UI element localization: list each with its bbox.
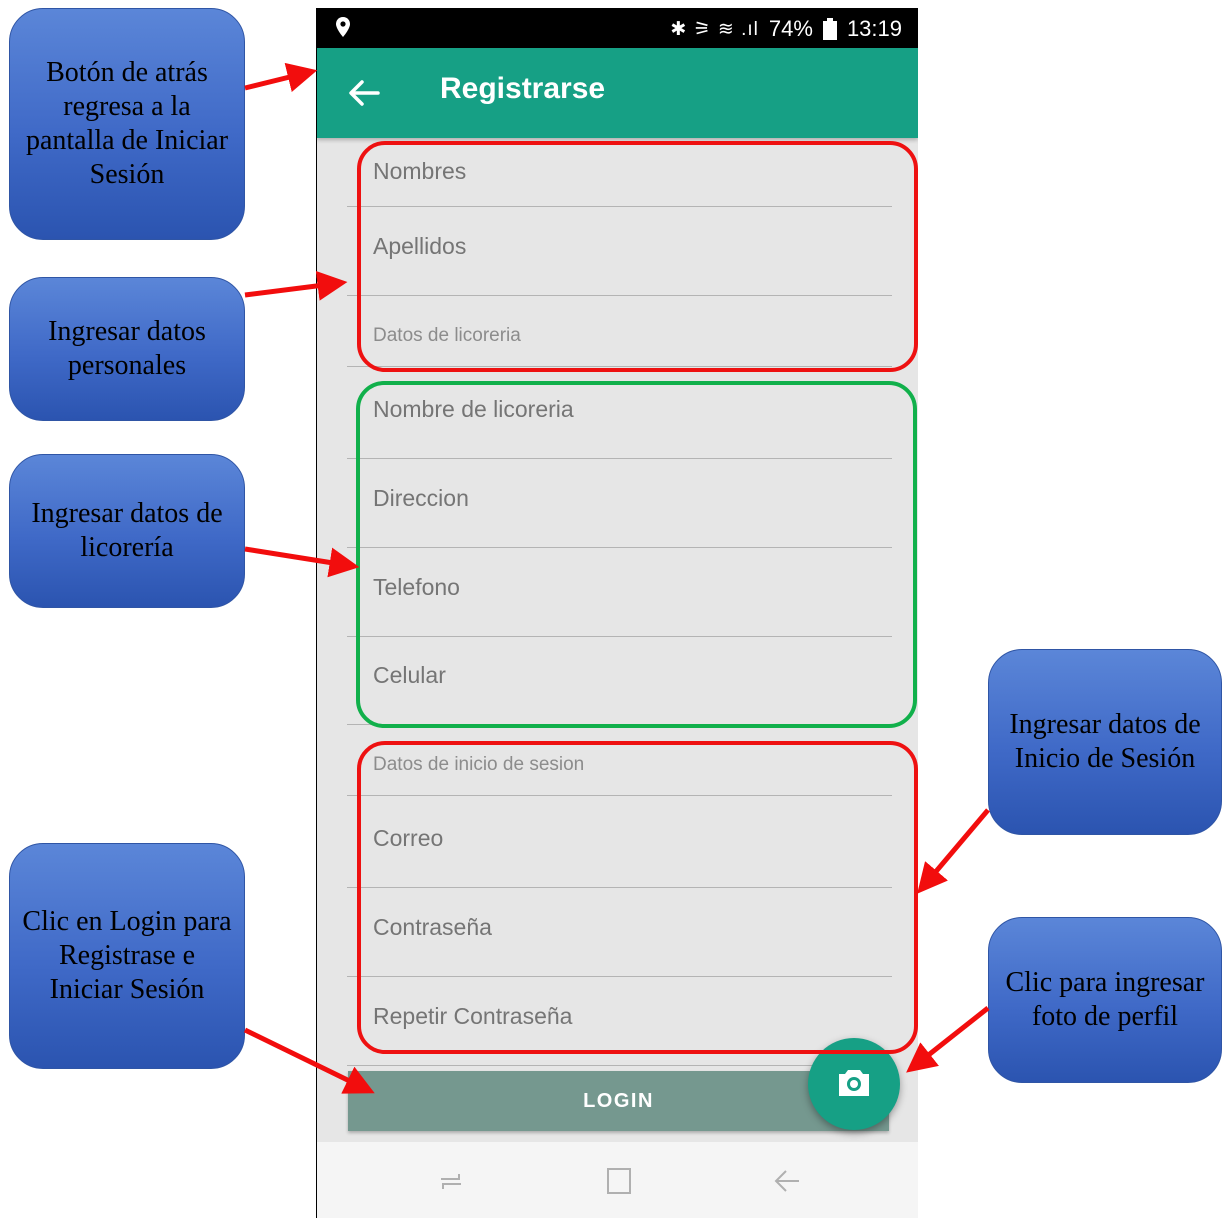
- arrow-liquor: [244, 546, 360, 578]
- arrow-back: [244, 62, 318, 92]
- arrow-photo: [906, 1006, 990, 1073]
- arrow-session: [917, 808, 990, 894]
- arrow-personal: [244, 270, 348, 301]
- annotation-arrows: [243, 62, 990, 1094]
- arrow-login: [243, 1027, 375, 1094]
